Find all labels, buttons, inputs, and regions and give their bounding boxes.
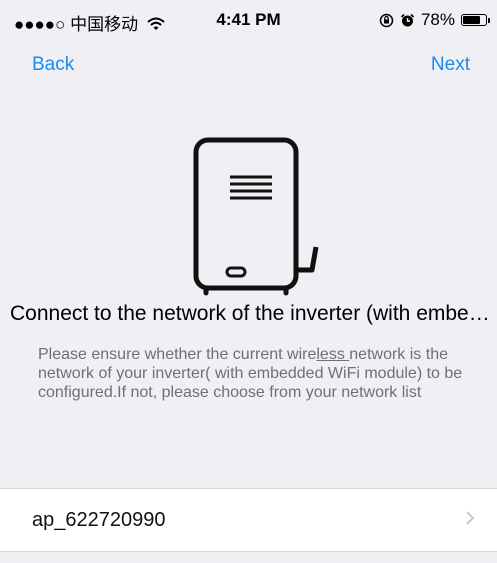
status-right: 78%	[379, 10, 490, 30]
battery-fill	[463, 16, 480, 24]
back-button[interactable]: Back	[32, 54, 74, 76]
battery-icon	[461, 14, 490, 26]
next-button[interactable]: Next	[431, 54, 470, 76]
network-ssid: ap_622720990	[32, 509, 166, 531]
status-bar: ●●●●○ 中国移动 4:41 PM 78%	[0, 0, 497, 40]
network-list-item[interactable]: ap_622720990	[0, 488, 497, 552]
description-text: Please ensure whether the current wirele…	[38, 345, 478, 402]
rotation-lock-icon	[379, 13, 394, 27]
alarm-icon	[400, 13, 415, 26]
description-part1: Please ensure whether the current wire	[38, 346, 317, 363]
page-title: Connect to the network of the inverter (…	[10, 302, 495, 325]
inverter-device-icon	[193, 137, 319, 296]
chevron-right-icon	[466, 511, 475, 525]
battery-percent: 78%	[420, 10, 455, 29]
description-underlined: less	[316, 346, 350, 363]
battery-cap	[488, 18, 490, 23]
